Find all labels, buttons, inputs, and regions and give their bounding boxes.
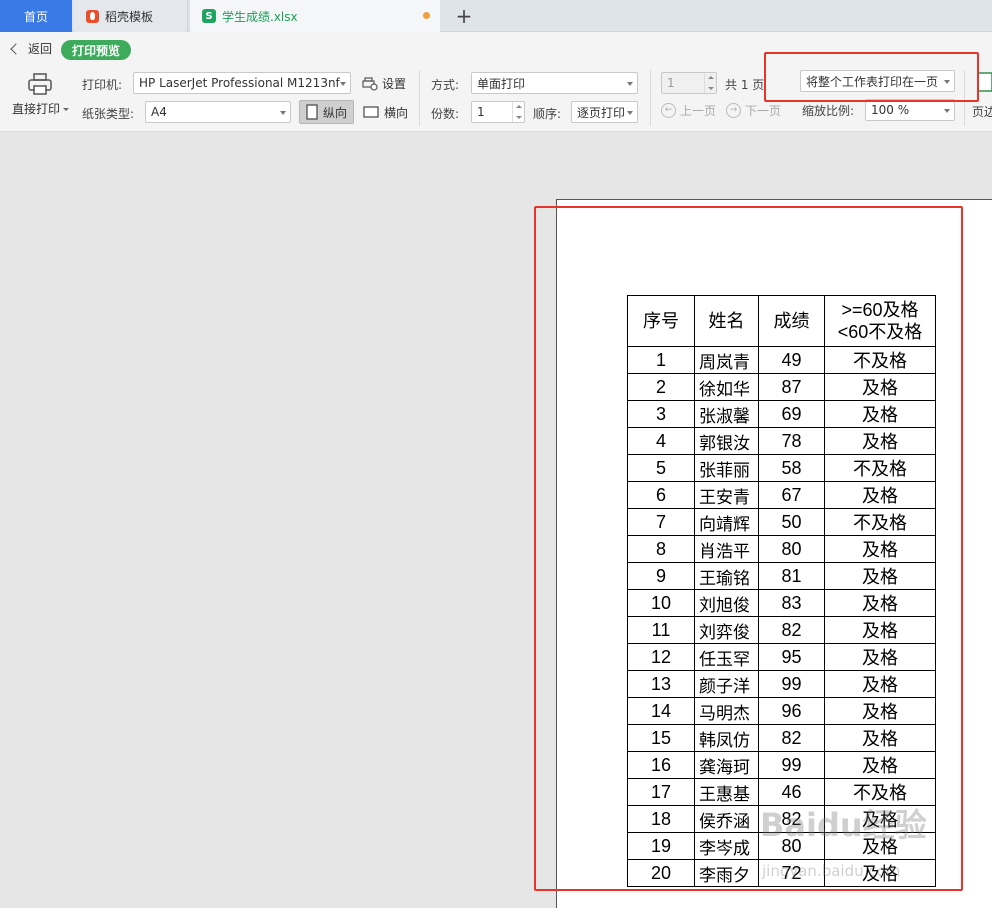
- new-tab-button[interactable]: +: [452, 0, 476, 32]
- dropdown-arrow-icon: [627, 82, 633, 86]
- prev-page-label: 上一页: [680, 104, 717, 118]
- page-number-stepper[interactable]: 1: [661, 72, 717, 94]
- tab-template[interactable]: 稻壳模板: [74, 0, 188, 32]
- arrow-right-icon: →: [726, 103, 741, 118]
- chevron-left-icon: [10, 42, 22, 55]
- scaling-highlight-box: [764, 52, 979, 102]
- tab-file-label: 学生成绩.xlsx: [222, 9, 298, 24]
- printer-icon: [28, 73, 52, 95]
- caret-down-icon: [63, 108, 70, 111]
- landscape-icon: [363, 106, 379, 118]
- baidu-watermark-logo: Baidu经验: [760, 806, 927, 844]
- landscape-label: 横向: [384, 105, 409, 120]
- page-total: 共 1 页: [725, 78, 765, 92]
- printer-settings-button[interactable]: 设置: [362, 75, 406, 92]
- divider: [650, 70, 651, 126]
- margins-button[interactable]: 页边: [972, 103, 992, 120]
- zoom-label: 缩放比例:: [802, 104, 855, 118]
- direct-print-label: 直接打印: [12, 102, 61, 116]
- zoom-value: 100 %: [871, 103, 910, 117]
- tab-template-label: 稻壳模板: [105, 9, 154, 24]
- portrait-button[interactable]: 纵向: [299, 100, 355, 124]
- paper-value: A4: [151, 105, 167, 119]
- page-number-value: 1: [667, 76, 675, 90]
- print-mode-select[interactable]: 单面打印: [471, 72, 638, 94]
- paper-select[interactable]: A4: [145, 101, 291, 123]
- tab-bar: 首页 稻壳模板 S 学生成绩.xlsx +: [0, 0, 992, 32]
- copies-value: 1: [477, 105, 485, 119]
- baidu-watermark-url: jingyan.baidu.com: [762, 862, 901, 880]
- docer-logo-icon: [86, 9, 99, 23]
- stepper-arrows-icon[interactable]: [704, 73, 716, 93]
- spreadsheet-icon: S: [202, 9, 216, 23]
- divider: [419, 70, 420, 126]
- tab-file[interactable]: S 学生成绩.xlsx: [190, 0, 440, 32]
- direct-print-button[interactable]: 直接打印: [12, 72, 70, 117]
- copies-label: 份数:: [431, 107, 460, 121]
- back-button[interactable]: 返回: [10, 40, 53, 57]
- mode-label: 方式:: [431, 78, 460, 92]
- next-page-label: 下一页: [745, 104, 782, 118]
- dropdown-arrow-icon: [627, 111, 633, 115]
- copies-stepper[interactable]: 1: [471, 101, 525, 123]
- print-preview-toolbar: 返回 打印预览 直接打印 打印机: HP LaserJet Profession…: [0, 32, 992, 132]
- dropdown-arrow-icon: [340, 82, 346, 86]
- order-label: 顺序:: [533, 107, 562, 121]
- printer-select[interactable]: HP LaserJet Professional M1213nf: [133, 72, 351, 94]
- dropdown-arrow-icon: [280, 111, 286, 115]
- landscape-button[interactable]: 横向: [357, 100, 414, 124]
- prev-page-button[interactable]: ← 上一页: [661, 102, 716, 119]
- portrait-icon: [306, 104, 318, 120]
- stepper-arrows-icon[interactable]: [512, 102, 524, 122]
- dropdown-arrow-icon: [944, 109, 950, 113]
- arrow-left-icon: ←: [661, 103, 676, 118]
- portrait-label: 纵向: [323, 105, 348, 120]
- unsaved-dot-icon: [423, 12, 430, 19]
- order-select[interactable]: 逐页打印: [571, 101, 638, 123]
- paper-label: 纸张类型:: [82, 107, 135, 121]
- printer-label: 打印机:: [82, 78, 123, 92]
- next-page-button[interactable]: → 下一页: [726, 102, 781, 119]
- printer-value: HP LaserJet Professional M1213nf: [139, 76, 340, 90]
- zoom-select[interactable]: 100 %: [865, 99, 955, 121]
- order-value: 逐页打印: [577, 105, 626, 120]
- tab-home[interactable]: 首页: [0, 0, 72, 32]
- page-highlight-box: [534, 206, 963, 891]
- printer-settings-icon: [362, 76, 378, 91]
- settings-label: 设置: [382, 77, 407, 91]
- mode-value: 单面打印: [477, 76, 526, 91]
- print-preview-badge: 打印预览: [61, 40, 132, 60]
- back-label: 返回: [28, 42, 53, 56]
- tab-home-label: 首页: [23, 9, 48, 24]
